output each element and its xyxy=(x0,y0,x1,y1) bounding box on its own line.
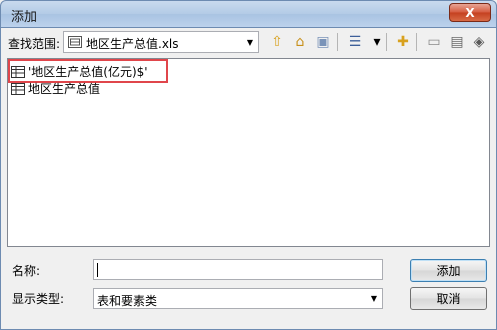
text-caret xyxy=(97,263,98,277)
database-button[interactable]: ▤ xyxy=(446,31,468,53)
home-button[interactable]: ⌂ xyxy=(289,31,311,53)
table-icon xyxy=(11,65,25,78)
up-folder-icon: ⇧ xyxy=(271,34,283,50)
table-icon xyxy=(11,82,25,95)
type-value: 表和要素类 xyxy=(97,294,158,308)
close-icon: X xyxy=(465,5,475,20)
toolbar-separator xyxy=(416,33,417,51)
name-field[interactable] xyxy=(93,259,383,280)
add-button-label: 添加 xyxy=(436,264,461,278)
new-folder-icon: ✚ xyxy=(397,34,409,50)
list-item[interactable]: 地区生产总值 xyxy=(11,80,100,97)
list-item[interactable]: '地区生产总值(亿元)$' xyxy=(11,63,148,80)
view-dropdown-button[interactable]: ▾ xyxy=(366,31,388,53)
view-dropdown-icon: ▾ xyxy=(373,34,381,50)
title-bar: 添加 X xyxy=(0,0,497,28)
toolbar-separator xyxy=(386,33,387,51)
home-icon: ⌂ xyxy=(295,34,305,50)
toolbar-separator xyxy=(337,33,338,51)
cancel-button-label: 取消 xyxy=(436,292,461,306)
add-button[interactable]: 添加 xyxy=(410,259,487,282)
connect-folder-button[interactable]: ▣ xyxy=(312,31,334,53)
lookin-label: 查找范围: xyxy=(8,37,61,51)
type-label: 显示类型: xyxy=(12,292,65,306)
toolbox-button[interactable]: ◈ xyxy=(468,31,490,53)
spreadsheet-icon xyxy=(68,36,82,48)
catalog-button[interactable]: ▭ xyxy=(423,31,445,53)
window-title: 添加 xyxy=(11,10,38,25)
chevron-down-icon: ▼ xyxy=(246,37,254,47)
list-item-label: '地区生产总值(亿元)$' xyxy=(28,65,148,79)
close-button[interactable]: X xyxy=(449,3,491,22)
cancel-button[interactable]: 取消 xyxy=(410,287,487,310)
list-item-label: 地区生产总值 xyxy=(28,82,101,96)
lookin-value: 地区生产总值.xls xyxy=(86,37,179,51)
view-list-button[interactable]: ☰ xyxy=(344,31,366,53)
connect-folder-icon: ▣ xyxy=(316,34,330,50)
type-dropdown[interactable]: 表和要素类 ▼ xyxy=(93,288,383,309)
new-folder-button[interactable]: ✚ xyxy=(392,31,414,53)
lookin-dropdown[interactable]: 地区生产总值.xls ▼ xyxy=(63,31,259,53)
chevron-down-icon: ▼ xyxy=(370,294,378,303)
catalog-icon: ▭ xyxy=(427,34,441,50)
name-label: 名称: xyxy=(12,264,41,278)
toolbox-icon: ◈ xyxy=(473,34,485,50)
up-folder-button[interactable]: ⇧ xyxy=(266,31,288,53)
database-icon: ▤ xyxy=(450,34,464,50)
view-list-icon: ☰ xyxy=(348,34,362,50)
file-list[interactable]: '地区生产总值(亿元)$' 地区生产总值 xyxy=(7,58,490,247)
